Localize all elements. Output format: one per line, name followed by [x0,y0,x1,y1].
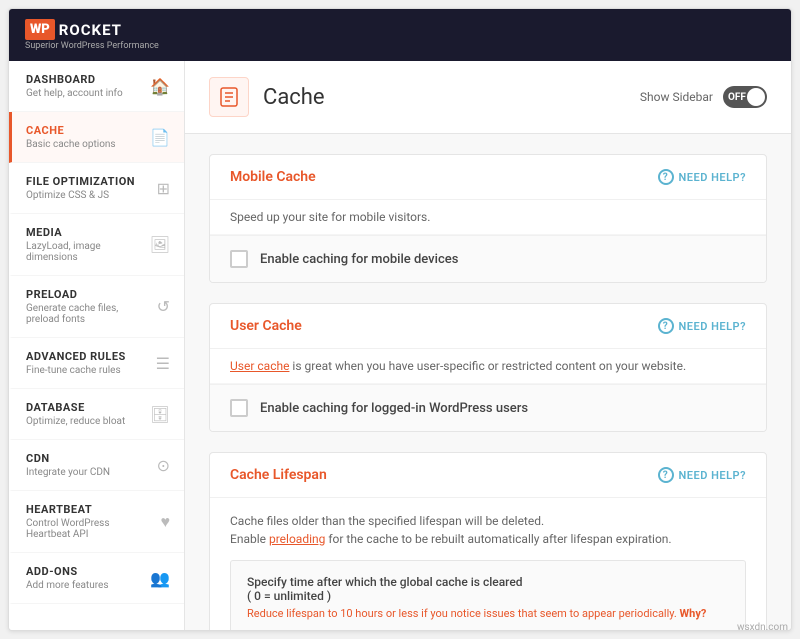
sidebar-item-add-ons[interactable]: ADD-ONS Add more features 👥 [9,553,184,604]
sidebar-item-subtitle-cache: Basic cache options [26,139,142,150]
sidebar-item-subtitle-file-optimization: Optimize CSS & JS [26,190,149,201]
sidebar-item-subtitle-add-ons: Add more features [26,580,142,591]
cache-lifespan-help-label: NEED HELP? [679,469,747,482]
sidebar-icon-dashboard: 🏠 [150,77,170,96]
sidebar-item-subtitle-advanced-rules: Fine-tune cache rules [26,365,148,376]
sidebar-item-subtitle-cdn: Integrate your CDN [26,467,149,478]
page-header: Cache Show Sidebar OFF [185,61,791,134]
sidebar-icon-cdn: ⊙ [157,456,170,475]
content-body: Mobile Cache ? NEED HELP? Speed up your … [185,134,791,630]
sidebar-item-title-cdn: CDN [26,452,149,465]
lifespan-body: Cache files older than the specified lif… [210,498,766,630]
mobile-cache-section: Mobile Cache ? NEED HELP? Speed up your … [209,154,767,283]
lifespan-warning-text: Reduce lifespan to 10 hours or less if y… [247,607,680,620]
user-cache-desc-suffix: is great when you have user-specific or … [289,359,686,373]
sidebar: DASHBOARD Get help, account info 🏠 CACHE… [9,61,185,630]
sidebar-item-subtitle-preload: Generate cache files, preload fonts [26,303,149,325]
logo-tagline: Superior WordPress Performance [25,41,159,51]
user-cache-help-label: NEED HELP? [679,320,747,333]
user-cache-option[interactable]: Enable caching for logged-in WordPress u… [210,384,766,431]
lifespan-desc: Cache files older than the specified lif… [230,512,746,548]
sidebar-item-cache[interactable]: CACHE Basic cache options 📄 [9,112,184,163]
sidebar-item-media[interactable]: MEDIA LazyLoad, image dimensions 🖼 [9,214,184,276]
lifespan-desc-line1: Cache files older than the specified lif… [230,514,544,528]
lifespan-desc-line2: Enable [230,532,269,546]
show-sidebar-label: Show Sidebar [640,90,713,104]
mobile-cache-option[interactable]: Enable caching for mobile devices [210,235,766,282]
sidebar-icon-advanced-rules: ☰ [156,354,170,373]
user-cache-title: User Cache [230,318,302,334]
page-title: Cache [263,85,325,110]
user-cache-desc: User cache is great when you have user-s… [210,349,766,384]
show-sidebar-toggle[interactable]: OFF [723,86,767,108]
sidebar-item-title-heartbeat: HEARTBEAT [26,503,153,516]
logo-wp: WP [25,19,55,40]
sidebar-item-database[interactable]: DATABASE Optimize, reduce bloat 🗄 [9,389,184,440]
mobile-cache-help[interactable]: ? NEED HELP? [658,169,747,185]
sidebar-item-preload[interactable]: PRELOAD Generate cache files, preload fo… [9,276,184,338]
toggle-knob [747,88,765,106]
mobile-cache-title: Mobile Cache [230,169,316,185]
cache-lifespan-title: Cache Lifespan [230,467,327,483]
mobile-cache-option-label: Enable caching for mobile devices [260,252,458,267]
preloading-link[interactable]: preloading [269,532,325,546]
lifespan-help-circle-icon: ? [658,467,674,483]
mobile-cache-checkbox[interactable] [230,250,248,268]
lifespan-box-subtitle: ( 0 = unlimited ) [247,589,331,603]
lifespan-why-link[interactable]: Why? [680,607,707,620]
sidebar-icon-cache: 📄 [150,128,170,147]
lifespan-box: Specify time after which the global cach… [230,560,746,630]
toggle-off-label: OFF [728,92,746,103]
cache-lifespan-help[interactable]: ? NEED HELP? [658,467,747,483]
sidebar-item-title-file-optimization: FILE OPTIMIZATION [26,175,149,188]
sidebar-item-title-media: MEDIA [26,226,142,239]
user-cache-link[interactable]: User cache [230,359,289,373]
sidebar-icon-file-optimization: ⊞ [157,179,170,198]
sidebar-item-advanced-rules[interactable]: ADVANCED RULES Fine-tune cache rules ☰ [9,338,184,389]
user-cache-section: User Cache ? NEED HELP? User cache is gr… [209,303,767,432]
sidebar-item-subtitle-database: Optimize, reduce bloat [26,416,142,427]
user-cache-checkbox[interactable] [230,399,248,417]
sidebar-item-title-add-ons: ADD-ONS [26,565,142,578]
mobile-cache-help-label: NEED HELP? [679,171,747,184]
lifespan-warning: Reduce lifespan to 10 hours or less if y… [247,607,729,620]
sidebar-icon-preload: ↺ [157,297,170,316]
sidebar-item-title-preload: PRELOAD [26,288,149,301]
sidebar-item-title-database: DATABASE [26,401,142,414]
cache-lifespan-section: Cache Lifespan ? NEED HELP? Cache files … [209,452,767,630]
sidebar-icon-heartbeat: ♥ [161,512,171,532]
sidebar-item-title-dashboard: DASHBOARD [26,73,142,86]
logo-rocket: ROCKET [59,21,122,39]
cache-icon [209,77,249,117]
sidebar-item-cdn[interactable]: CDN Integrate your CDN ⊙ [9,440,184,491]
sidebar-item-file-optimization[interactable]: FILE OPTIMIZATION Optimize CSS & JS ⊞ [9,163,184,214]
sidebar-item-title-cache: CACHE [26,124,142,137]
sidebar-item-title-advanced-rules: ADVANCED RULES [26,350,148,363]
sidebar-icon-add-ons: 👥 [150,569,170,588]
watermark: wsxdn.com [737,622,788,633]
lifespan-box-title: Specify time after which the global cach… [247,575,729,603]
user-help-circle-icon: ? [658,318,674,334]
sidebar-item-subtitle-heartbeat: Control WordPress Heartbeat API [26,518,153,540]
sidebar-item-subtitle-media: LazyLoad, image dimensions [26,241,142,263]
mobile-cache-desc: Speed up your site for mobile visitors. [210,200,766,235]
lifespan-desc-line3: for the cache to be rebuilt automaticall… [325,532,671,546]
sidebar-item-heartbeat[interactable]: HEARTBEAT Control WordPress Heartbeat AP… [9,491,184,553]
help-circle-icon: ? [658,169,674,185]
sidebar-item-dashboard[interactable]: DASHBOARD Get help, account info 🏠 [9,61,184,112]
sidebar-icon-media: 🖼 [150,235,170,254]
user-cache-help[interactable]: ? NEED HELP? [658,318,747,334]
user-cache-option-label: Enable caching for logged-in WordPress u… [260,401,528,416]
sidebar-item-subtitle-dashboard: Get help, account info [26,88,142,99]
sidebar-icon-database: 🗄 [150,405,170,424]
content-area: Cache Show Sidebar OFF [185,61,791,630]
